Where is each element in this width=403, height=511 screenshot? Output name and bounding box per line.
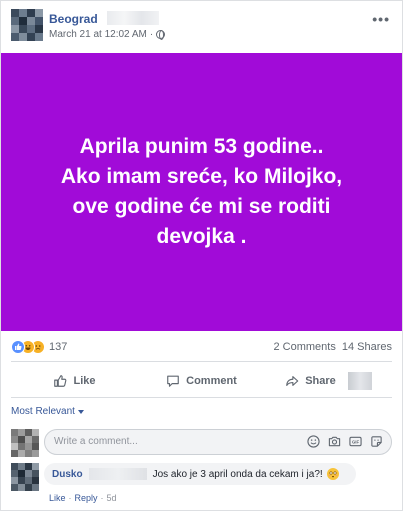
reaction-count: 137 [49,341,68,353]
comment-dot: · [100,493,104,503]
composer-tools: GIF [307,435,383,448]
comment-reply-link[interactable]: Reply [75,493,98,503]
share-button[interactable]: Share [265,367,392,395]
post-text-line: devojka . [156,225,247,248]
svg-text:GIF: GIF [352,440,360,445]
share-arrow-icon [286,376,299,386]
like-button[interactable]: Like [11,367,138,395]
emoji-icon[interactable] [307,435,320,448]
public-globe-icon [156,30,166,40]
sort-comments-dropdown[interactable]: Most Relevant [11,406,84,417]
comment-author[interactable]: Dusko [52,469,83,480]
comment-like-link[interactable]: Like [49,493,66,503]
commenter-avatar[interactable] [11,463,39,491]
sort-label: Most Relevant [11,406,75,417]
comment-share-counts: 2 Comments 14 Shares [273,341,392,353]
post-timestamp[interactable]: March 21 at 12:02 AM [49,29,147,40]
engagement-summary: 137 2 Comments 14 Shares [11,340,392,356]
gif-icon[interactable]: GIF [349,435,362,448]
like-button-label: Like [73,375,96,387]
comment-input-placeholder: Write a comment... [54,436,138,447]
comment-age[interactable]: 5d [107,493,117,503]
comment-item: Dusko Jos ako je 3 april onda da cekam i… [11,463,392,507]
share-audience-avatar[interactable] [347,372,372,390]
post-actions: Like Comment Share [11,367,392,395]
comment-button-label: Comment [186,375,237,387]
post-meta: March 21 at 12:02 AM · [49,29,166,40]
shares-count-link[interactable]: 14 Shares [342,341,392,353]
post-text-line: Aprila punim 53 godine.. [79,135,324,158]
author-name[interactable]: Beograd [49,12,98,26]
post-text-line: ove godine će mi se roditi [72,195,331,218]
comment-bubble-icon [167,375,179,387]
flushed-emoji-icon [326,468,339,480]
post-card: Beograd March 21 at 12:02 AM · ••• April… [0,0,403,511]
chevron-down-icon [77,409,84,414]
comments-count-link[interactable]: 2 Comments [273,341,335,353]
divider [11,361,392,362]
camera-icon[interactable] [328,435,341,448]
page-avatar[interactable] [11,9,43,41]
meta-separator: · [149,29,154,40]
viewer-avatar[interactable] [11,429,39,457]
more-options-icon[interactable]: ••• [372,11,390,27]
comment-composer: Write a comment... GIF [11,429,392,457]
comment-dot: · [68,493,72,503]
comment-text: Jos ako je 3 april onda da cekam i ja?! [152,468,323,480]
post-background-banner: Aprila punim 53 godine.. Ako imam sreće,… [1,53,402,331]
reactions-summary[interactable]: 137 [11,340,67,354]
post-text-line: Ako imam sreće, ko Milojko, [60,165,343,188]
thumbs-up-icon [54,375,67,387]
sticker-icon[interactable] [370,435,383,448]
post-header: Beograd March 21 at 12:02 AM · ••• [11,9,392,45]
divider [11,397,392,398]
comment-button[interactable]: Comment [138,367,265,395]
comment-actions: Like · Reply · 5d [49,493,117,503]
comment-author-redacted [88,468,147,480]
author-name-redacted [107,11,159,25]
like-icon [11,340,25,354]
comment-input[interactable]: Write a comment... GIF [44,429,392,455]
post-text: Aprila punim 53 godine.. Ako imam sreće,… [42,132,362,252]
comment-bubble: Dusko Jos ako je 3 april onda da cekam i… [44,463,356,485]
share-button-label: Share [305,375,336,387]
